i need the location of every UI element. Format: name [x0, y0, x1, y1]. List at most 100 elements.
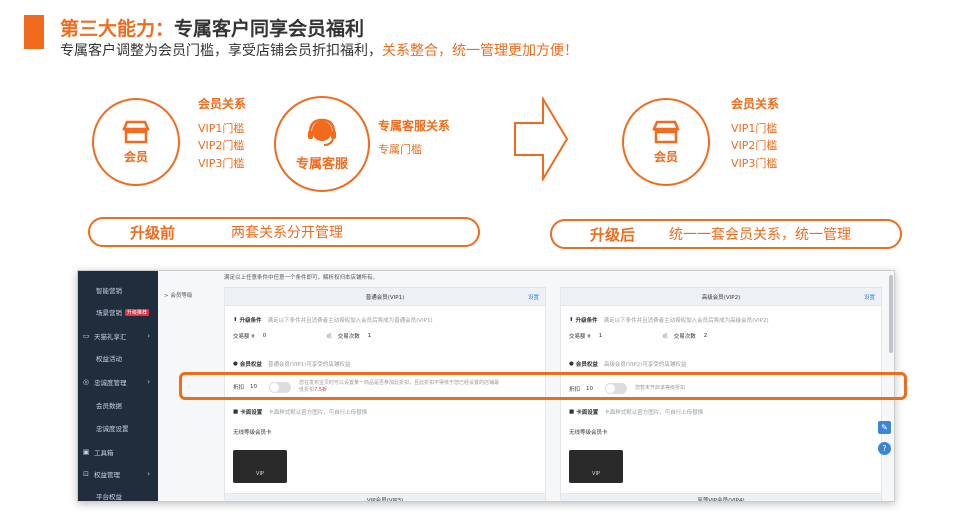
- vip-card-text: VIP: [592, 471, 600, 477]
- before-pill-label: 升级前: [130, 223, 176, 242]
- benefit-desc: 高级会员(VIP2)可享受的店铺权益: [603, 362, 687, 368]
- card-settings-row: ■ 卡面设置 卡面样式默认官方图片，可自行上传替换: [569, 408, 703, 416]
- member-relation-item: VIP3门槛: [731, 157, 778, 170]
- breadcrumb[interactable]: > 会员等级: [164, 291, 192, 299]
- after-pill: 升级后 统一一套会员关系，统一管理: [550, 219, 902, 249]
- benefit-row: ● 会员权益 高级会员(VIP2)可享受的店铺权益: [569, 360, 686, 368]
- trade-count-input[interactable]: 2: [704, 333, 708, 339]
- member-relation-item: VIP3门槛: [198, 157, 245, 170]
- page-subtitle: 专属客户调整为会员门槛，享受店铺会员折扣福利，关系整合，统一管理更加方便！: [60, 40, 578, 60]
- trade-count-input[interactable]: 1: [368, 333, 372, 339]
- target-icon: ◎: [82, 378, 90, 386]
- vip-card-text: VIP: [256, 471, 264, 477]
- sidebar-item-benefit-management[interactable]: ⊡ 权益管理 ›: [78, 465, 158, 483]
- sidebar-item-label: 忠诚度管理: [94, 379, 127, 387]
- service-relation-title: 专属客服关系: [378, 119, 451, 133]
- card-settings-desc: 卡面样式默认官方图片，可自行上传替换: [604, 410, 704, 416]
- sidebar-item-smart-marketing[interactable]: 智能营销: [78, 281, 158, 299]
- member-relation-item: VIP1门槛: [198, 122, 245, 135]
- right-arrow-icon: [514, 97, 569, 181]
- upgrade-condition-row: ⬆ 升级条件 满足以下条件并且消费者主动授权加入会员后将成为高级会员(VIP2): [569, 316, 769, 324]
- member-circle-after: 会员: [622, 98, 710, 186]
- chevron-right-icon: ›: [147, 332, 150, 340]
- arrow-up-icon: ⬆: [233, 317, 238, 323]
- help-icon[interactable]: ?: [878, 442, 891, 455]
- sidebar-item-label: 忠诚度设置: [96, 425, 129, 433]
- card-header: 普通会员(VIP1) 设置: [225, 288, 545, 306]
- upgrade-label: 升级条件: [239, 318, 262, 324]
- upgrade-badge: 升级推荐: [125, 308, 150, 316]
- trade-amount-input[interactable]: 1: [599, 333, 603, 339]
- title-main: 专属客户同享会员福利: [174, 18, 365, 40]
- card-settings-desc: 卡面样式默认官方图片，可自行上传替换: [268, 410, 368, 416]
- toolbox-icon: ▣: [82, 448, 90, 456]
- card-header-vip3: VIP会员(VIP3): [224, 493, 546, 501]
- trade-row: 交易额 ¥ 0 或交易次数 1: [233, 332, 371, 340]
- card-header-vip4: 至尊VIP会员(VIP4): [560, 493, 882, 501]
- sidebar-item-label: 会员数据: [96, 402, 122, 410]
- member-relation-title: 会员关系: [198, 97, 247, 111]
- trade-amount-input[interactable]: 0: [263, 333, 267, 339]
- member-circle-before: 会员: [92, 98, 180, 186]
- edit-icon[interactable]: ✎: [878, 421, 891, 434]
- sidebar-item-member-data[interactable]: 会员数据: [78, 396, 158, 414]
- after-pill-text: 统一一套会员关系，统一管理: [669, 227, 852, 243]
- image-icon: ■: [233, 409, 239, 415]
- or-label: 或: [662, 334, 668, 340]
- trade-count-label: 交易次数: [673, 334, 696, 340]
- trade-row: 交易额 ¥ 1 或交易次数 2: [569, 332, 707, 340]
- subtitle-plain: 专属客户调整为会员门槛，享受店铺会员折扣福利，: [60, 43, 382, 59]
- member-relation-item: VIP2门槛: [198, 139, 245, 152]
- trade-amount-label: 交易额 ¥: [569, 334, 591, 340]
- card-settings-link[interactable]: 设置: [864, 293, 875, 301]
- card-settings-label: 卡面设置: [240, 410, 263, 416]
- benefit-row: ● 会员权益 普通会员(VIP1)可享受的店铺权益: [233, 360, 350, 368]
- member-relation-title: 会员关系: [731, 97, 780, 111]
- sidebar-item-scene-marketing[interactable]: 场景营销 升级推荐: [78, 303, 158, 321]
- vip-card-image[interactable]: VIP: [233, 450, 287, 483]
- member-relation-item: VIP2门槛: [731, 139, 778, 152]
- card-name: 无线等级会员卡: [233, 430, 272, 436]
- scrollbar[interactable]: [889, 275, 893, 353]
- vip-card-image[interactable]: VIP: [569, 450, 623, 483]
- sidebar-item-benefit-activity[interactable]: 权益活动: [78, 349, 158, 367]
- notice-text: 满足以上任意条件中任意一个条件即可，解析权归本店铺所有。: [224, 275, 379, 281]
- sidebar-item-label: 智能营销: [96, 287, 122, 295]
- card-title: 高级会员(VIP2): [701, 294, 741, 301]
- store-icon: [652, 120, 680, 143]
- subtitle-highlight: 关系整合，统一管理更加方便！: [382, 43, 578, 59]
- sidebar: 智能营销 场景营销 升级推荐 ▭ 天猫礼享汇 › 权益活动 ◎ 忠诚度管理 › 会员数据 …: [78, 271, 158, 501]
- upgrade-condition-row: ⬆ 升级条件 满足以下条件并且消费者主动授权加入会员后将成为普通会员(VIP1): [233, 316, 433, 324]
- user-icon: ●: [233, 361, 238, 367]
- member-circle-label: 会员: [123, 149, 148, 164]
- sidebar-item-tmall-gift[interactable]: ▭ 天猫礼享汇 ›: [78, 327, 158, 345]
- service-relation-item: 专属门槛: [378, 143, 422, 156]
- card-settings-link[interactable]: 设置: [528, 293, 539, 301]
- member-circle-label: 会员: [653, 149, 678, 164]
- cart-icon: ⊡: [83, 470, 89, 478]
- sidebar-item-loyalty[interactable]: ◎ 忠诚度管理 ›: [78, 373, 158, 391]
- headset-icon: [308, 118, 336, 146]
- after-pill-label: 升级后: [590, 225, 636, 244]
- sidebar-item-label: 天猫礼享汇: [94, 333, 127, 341]
- trade-count-label: 交易次数: [337, 334, 360, 340]
- card-settings-row: ■ 卡面设置 卡面样式默认官方图片，可自行上传替换: [233, 408, 367, 416]
- card-settings-label: 卡面设置: [576, 410, 599, 416]
- benefit-label: 会员权益: [575, 362, 598, 368]
- title-prefix: 第三大能力：: [60, 18, 175, 40]
- sidebar-item-toolbox[interactable]: ▣ 工具箱: [78, 443, 158, 461]
- upgrade-desc: 满足以下条件并且消费者主动授权加入会员后将成为普通会员(VIP1): [267, 318, 433, 324]
- card-title: 普通会员(VIP1): [365, 294, 405, 301]
- member-relation-item: VIP1门槛: [731, 122, 778, 135]
- card-header: 高级会员(VIP2) 设置: [561, 288, 881, 306]
- sidebar-item-label: 权益管理: [94, 471, 120, 479]
- sidebar-item-label: 权益活动: [96, 355, 122, 363]
- store-icon: [122, 120, 150, 143]
- gift-icon: ▭: [82, 332, 90, 340]
- upgrade-label: 升级条件: [575, 318, 598, 324]
- sidebar-item-platform-benefit[interactable]: 平台权益: [78, 487, 158, 501]
- arrow-up-icon: ⬆: [569, 317, 574, 323]
- sidebar-item-loyalty-settings[interactable]: 忠诚度设置: [78, 419, 158, 437]
- trade-amount-label: 交易额 ¥: [233, 334, 255, 340]
- card-name: 无线等级会员卡: [569, 430, 608, 436]
